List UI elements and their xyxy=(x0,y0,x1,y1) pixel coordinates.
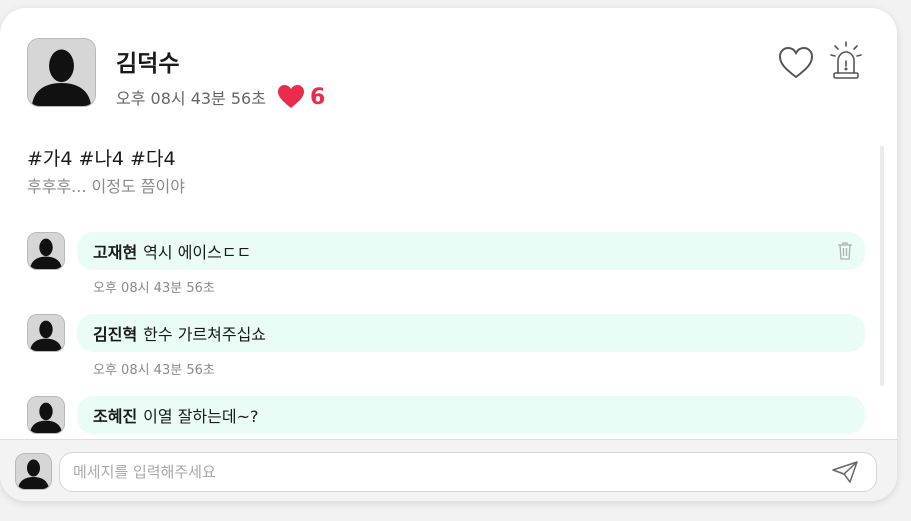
siren-icon[interactable] xyxy=(829,40,863,80)
post-time: 오후 08시 43분 56초 xyxy=(116,89,266,108)
comment-author: 조혜진 xyxy=(93,407,138,426)
author-avatar[interactable] xyxy=(27,38,96,107)
comment-bubble: 고재현 역시 에이스ㄷㄷ xyxy=(77,232,865,270)
trash-icon[interactable] xyxy=(837,241,853,260)
paper-plane-icon[interactable] xyxy=(832,461,858,483)
comment-text: 역시 에이스ㄷㄷ xyxy=(143,243,252,262)
message-input[interactable] xyxy=(59,452,877,492)
comment-author: 고재현 xyxy=(93,243,138,262)
person-silhouette-icon xyxy=(28,39,95,106)
post-author-name: 김덕수 xyxy=(116,51,180,77)
comment-item: 고재현 역시 에이스ㄷㄷ 오후 08시 43분 56초 xyxy=(0,232,897,312)
comment-author: 김진혁 xyxy=(93,325,138,344)
heart-outline-icon[interactable] xyxy=(778,46,814,80)
post-hashtags: #가4 #나4 #다4 xyxy=(27,148,176,170)
person-silhouette-icon xyxy=(16,454,51,489)
person-silhouette-icon xyxy=(28,233,64,269)
comment-author-avatar[interactable] xyxy=(27,232,65,270)
comment-text: 이열 잘하는데~? xyxy=(143,407,259,426)
like-count: 6 xyxy=(309,84,326,110)
comment-time: 오후 08시 43분 56초 xyxy=(93,281,215,296)
post-meta: 오후 08시 43분 56초 6 xyxy=(116,82,325,112)
comment-item: 김진혁 한수 가르쳐주십쇼 오후 08시 43분 56초 xyxy=(0,314,897,394)
person-silhouette-icon xyxy=(28,315,64,351)
comment-bubble: 조혜진 이열 잘하는데~? xyxy=(77,396,865,434)
post-content: 후후후... 이정도 쯤이야 xyxy=(27,177,185,196)
comment-composer xyxy=(0,439,897,501)
person-silhouette-icon xyxy=(28,397,64,433)
my-avatar[interactable] xyxy=(15,453,52,490)
comment-time: 오후 08시 43분 56초 xyxy=(93,363,215,378)
comment-author-avatar[interactable] xyxy=(27,396,65,434)
comment-bubble: 김진혁 한수 가르쳐주십쇼 xyxy=(77,314,865,352)
heart-filled-icon xyxy=(277,85,304,108)
comment-text: 한수 가르쳐주십쇼 xyxy=(143,325,267,344)
comment-author-avatar[interactable] xyxy=(27,314,65,352)
post-card: 김덕수 오후 08시 43분 56초 6 #가4 #나4 #다4 후후후... … xyxy=(0,8,897,501)
